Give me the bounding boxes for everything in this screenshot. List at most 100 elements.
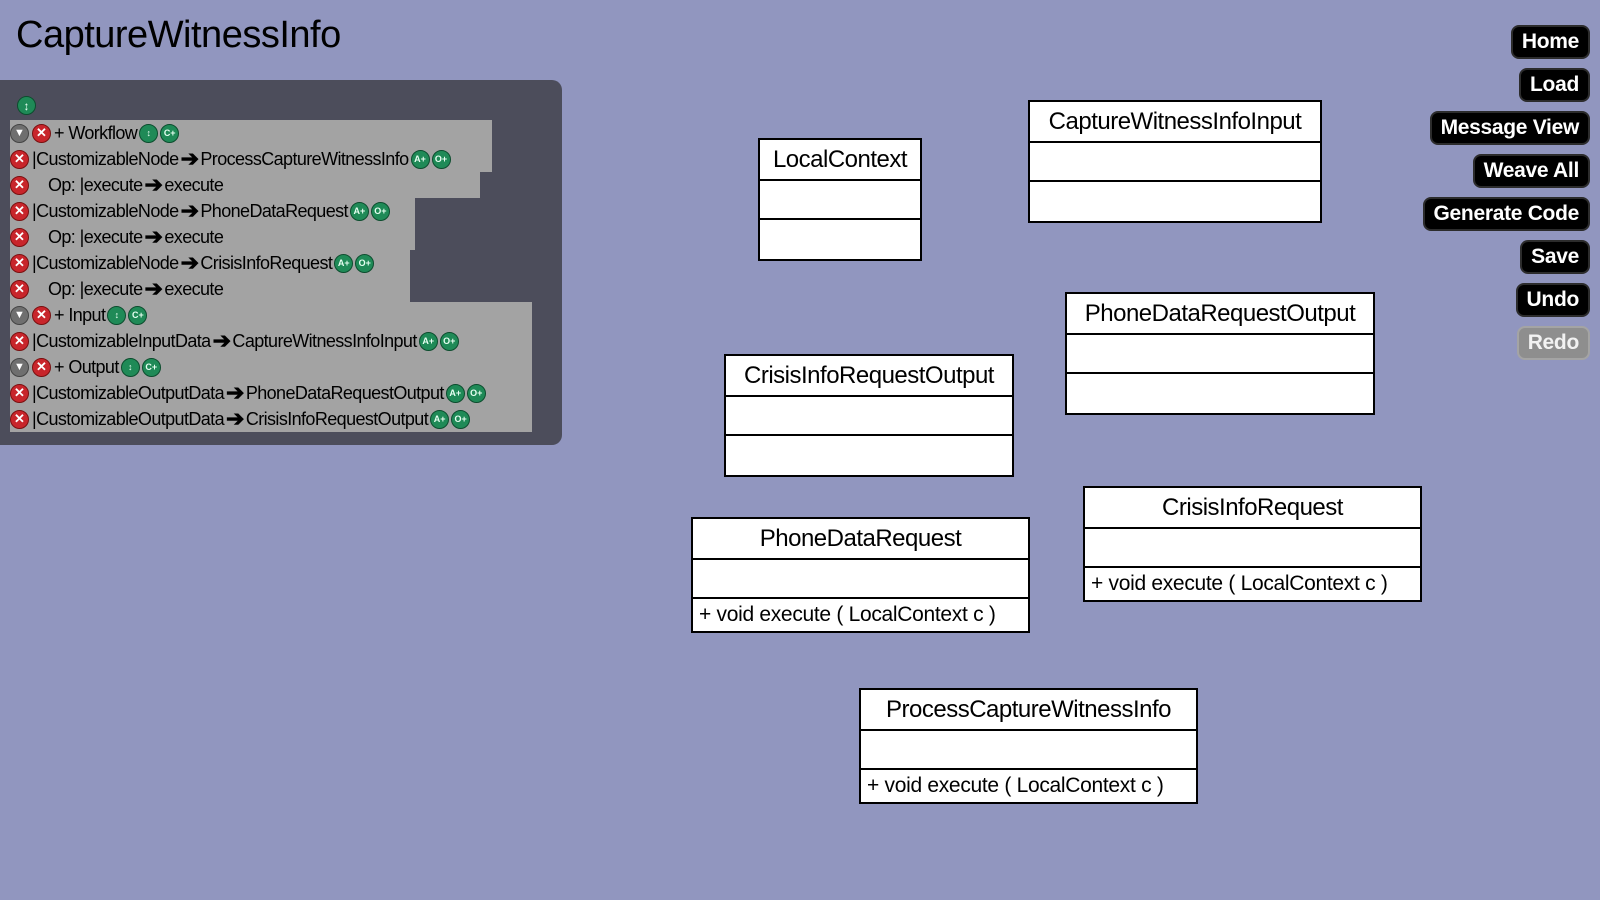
- tree-node-source: |CustomizableNode: [32, 252, 179, 273]
- add-attribute-icon[interactable]: A+: [430, 409, 450, 429]
- tree-node-crisis-info-request-output[interactable]: |CustomizableOutputData ➔ CrisisInfoRequ…: [10, 406, 532, 432]
- tree-node-target: ProcessCaptureWitnessInfo: [200, 148, 409, 169]
- add-operation-icon[interactable]: O+: [370, 201, 390, 221]
- class-name: CrisisInfoRequestOutput: [726, 356, 1012, 397]
- generate-code-button[interactable]: Generate Code: [1422, 197, 1590, 231]
- delete-icon[interactable]: [32, 305, 51, 325]
- add-attribute-icon[interactable]: A+: [410, 149, 430, 169]
- class-phone-data-request-output[interactable]: PhoneDataRequestOutput: [1065, 292, 1375, 415]
- redo-button[interactable]: Redo: [1516, 326, 1590, 360]
- mapping-arrow-icon: ➔: [225, 406, 244, 431]
- delete-icon[interactable]: [10, 149, 29, 169]
- add-operation-icon[interactable]: O+: [451, 409, 471, 429]
- tree-node-phone-data-request[interactable]: |CustomizableNode ➔ PhoneDataRequest A+ …: [10, 198, 415, 224]
- mapping-arrow-icon: ➔: [225, 380, 244, 405]
- add-child-icon[interactable]: C+: [160, 123, 180, 143]
- load-button[interactable]: Load: [1519, 68, 1590, 102]
- add-child-icon[interactable]: C+: [128, 305, 148, 325]
- workflow-tree-panel: + Workflow ↕ C+ |CustomizableNode ➔ Proc…: [0, 80, 562, 445]
- tree-node-target: CrisisInfoRequest: [200, 252, 333, 273]
- tree-node-capture-witness-info-input[interactable]: |CustomizableInputData ➔ CaptureWitnessI…: [10, 328, 532, 354]
- class-name: PhoneDataRequest: [693, 519, 1028, 560]
- class-attributes: [726, 397, 1012, 436]
- tree-node-source: |CustomizableInputData: [32, 330, 211, 351]
- add-attribute-icon[interactable]: A+: [349, 201, 369, 221]
- tree-node-phone-data-request-output[interactable]: |CustomizableOutputData ➔ PhoneDataReque…: [10, 380, 532, 406]
- mapping-arrow-icon: ➔: [180, 146, 199, 171]
- reorder-icon[interactable]: ↕: [107, 305, 127, 325]
- reorder-icon[interactable]: ↕: [139, 123, 159, 143]
- tree-node-source: |CustomizableNode: [32, 200, 179, 221]
- class-operations: [1067, 374, 1373, 413]
- delete-icon[interactable]: [10, 331, 29, 351]
- delete-icon[interactable]: [10, 279, 29, 299]
- class-phone-data-request[interactable]: PhoneDataRequest + void execute ( LocalC…: [691, 517, 1030, 633]
- collapse-icon[interactable]: [10, 123, 29, 143]
- tree-node-crisis-info-request[interactable]: |CustomizableNode ➔ CrisisInfoRequest A+…: [10, 250, 410, 276]
- tree-node-process-capture-witness-info[interactable]: |CustomizableNode ➔ ProcessCaptureWitnes…: [10, 146, 492, 172]
- delete-icon[interactable]: [10, 175, 29, 195]
- collapse-icon[interactable]: [10, 305, 29, 325]
- class-capture-witness-info-input[interactable]: CaptureWitnessInfoInput: [1028, 100, 1322, 223]
- tree-group-input[interactable]: + Input ↕ C+: [10, 302, 532, 328]
- mapping-arrow-icon: ➔: [212, 328, 231, 353]
- delete-icon[interactable]: [10, 383, 29, 403]
- mapping-arrow-icon: ➔: [180, 198, 199, 223]
- class-crisis-info-request[interactable]: CrisisInfoRequest + void execute ( Local…: [1083, 486, 1422, 602]
- delete-icon[interactable]: [32, 123, 51, 143]
- tree-group-label: + Input: [54, 304, 106, 325]
- tree-node-source: |CustomizableNode: [32, 148, 179, 169]
- tree-group-output[interactable]: + Output ↕ C+: [10, 354, 532, 380]
- class-name: CrisisInfoRequest: [1085, 488, 1420, 529]
- class-process-capture-witness-info[interactable]: ProcessCaptureWitnessInfo + void execute…: [859, 688, 1198, 804]
- class-attributes: [1085, 529, 1420, 568]
- reorder-icon[interactable]: ↕: [120, 357, 140, 377]
- save-button[interactable]: Save: [1520, 240, 1590, 274]
- class-operation: + void execute ( LocalContext c ): [1091, 572, 1388, 595]
- tree-op-source: Op: |execute: [48, 226, 143, 247]
- add-operation-icon[interactable]: O+: [466, 383, 486, 403]
- home-button[interactable]: Home: [1510, 25, 1590, 59]
- add-operation-icon[interactable]: O+: [439, 331, 459, 351]
- mapping-arrow-icon: ➔: [144, 172, 163, 197]
- tree-op-execute[interactable]: Op: |execute ➔ execute: [10, 172, 480, 198]
- tree-node-source: |CustomizableOutputData: [32, 382, 225, 403]
- delete-icon[interactable]: [10, 253, 29, 273]
- class-operations: [1030, 182, 1320, 221]
- class-local-context[interactable]: LocalContext: [758, 138, 922, 261]
- tree-node-target: PhoneDataRequest: [200, 200, 348, 221]
- add-attribute-icon[interactable]: A+: [445, 383, 465, 403]
- tree-node-target: PhoneDataRequestOutput: [245, 382, 445, 403]
- collapse-icon[interactable]: [10, 357, 29, 377]
- delete-icon[interactable]: [32, 357, 51, 377]
- add-root-icon[interactable]: [17, 96, 36, 115]
- tree-op-execute[interactable]: Op: |execute ➔ execute: [10, 276, 410, 302]
- tree-op-execute[interactable]: Op: |execute ➔ execute: [10, 224, 415, 250]
- class-name: CaptureWitnessInfoInput: [1030, 102, 1320, 143]
- mapping-arrow-icon: ➔: [144, 276, 163, 301]
- class-attributes: [861, 731, 1196, 770]
- delete-icon[interactable]: [10, 227, 29, 247]
- add-operation-icon[interactable]: O+: [355, 253, 375, 273]
- class-attributes: [693, 560, 1028, 599]
- mapping-arrow-icon: ➔: [180, 250, 199, 275]
- message-view-button[interactable]: Message View: [1429, 111, 1590, 145]
- tree-group-label: + Workflow: [54, 122, 138, 143]
- add-attribute-icon[interactable]: A+: [418, 331, 438, 351]
- class-operations: [726, 436, 1012, 475]
- tree-group-workflow[interactable]: + Workflow ↕ C+: [10, 120, 492, 146]
- mapping-arrow-icon: ➔: [144, 224, 163, 249]
- tree-op-target: execute: [164, 278, 224, 299]
- class-crisis-info-request-output[interactable]: CrisisInfoRequestOutput: [724, 354, 1014, 477]
- weave-all-button[interactable]: Weave All: [1472, 154, 1590, 188]
- add-child-icon[interactable]: C+: [141, 357, 161, 377]
- class-name: PhoneDataRequestOutput: [1067, 294, 1373, 335]
- delete-icon[interactable]: [10, 409, 29, 429]
- class-attributes: [1030, 143, 1320, 182]
- tree-node-target: CrisisInfoRequestOutput: [245, 408, 429, 429]
- add-attribute-icon[interactable]: A+: [334, 253, 354, 273]
- undo-button[interactable]: Undo: [1515, 283, 1590, 317]
- delete-icon[interactable]: [10, 201, 29, 221]
- add-operation-icon[interactable]: O+: [431, 149, 451, 169]
- class-operation: + void execute ( LocalContext c ): [867, 774, 1164, 797]
